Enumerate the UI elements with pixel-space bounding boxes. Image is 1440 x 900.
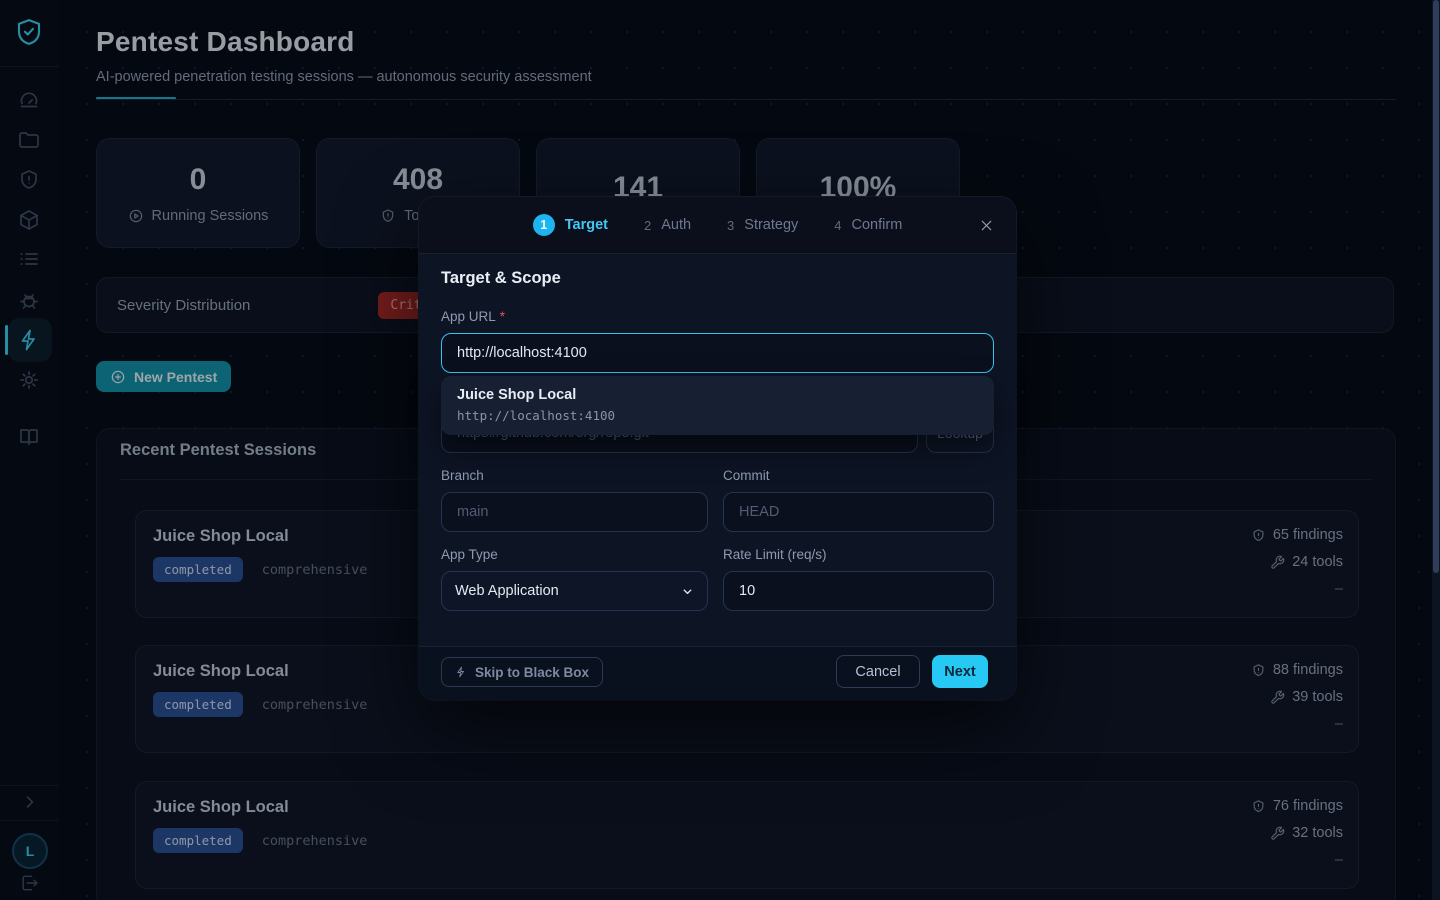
modal-footer: Skip to Black Box Cancel Next	[419, 646, 1016, 700]
wizard-step-target[interactable]: 1 Target	[533, 214, 608, 236]
scrollbar-track[interactable]	[1432, 0, 1440, 900]
chevron-down-icon	[681, 585, 694, 598]
wizard-step-strategy[interactable]: 3 Strategy	[727, 217, 798, 233]
commit-input[interactable]	[723, 492, 994, 532]
wizard-steps: 1 Target 2 Auth 3 Strategy 4 Confirm	[419, 197, 1016, 254]
bolt-icon	[455, 666, 467, 678]
cancel-button[interactable]: Cancel	[836, 655, 920, 688]
step-number: 4	[834, 218, 841, 233]
required-mark: *	[500, 309, 505, 324]
commit-label: Commit	[723, 468, 770, 483]
close-button[interactable]	[972, 211, 1000, 239]
rate-limit-input[interactable]	[723, 571, 994, 611]
pentest-dashboard-screen: L Pentest Dashboard AI-powered penetrati…	[0, 0, 1440, 900]
wizard-step-confirm[interactable]: 4 Confirm	[834, 217, 902, 233]
wizard-step-auth[interactable]: 2 Auth	[644, 217, 691, 233]
branch-input[interactable]	[441, 492, 708, 532]
app-type-value: Web Application	[455, 583, 559, 599]
new-pentest-modal: 1 Target 2 Auth 3 Strategy 4 Confirm Tar…	[419, 197, 1016, 700]
rate-limit-label: Rate Limit (req/s)	[723, 547, 827, 562]
skip-to-black-box-button[interactable]: Skip to Black Box	[441, 657, 603, 687]
close-icon	[978, 217, 995, 234]
url-suggestion-item[interactable]: Juice Shop Local http://localhost:4100	[441, 376, 994, 435]
step-number: 1	[533, 214, 555, 236]
suggestion-name: Juice Shop Local	[457, 387, 978, 403]
section-title: Target & Scope	[441, 269, 561, 288]
app-type-select[interactable]: Web Application	[441, 571, 708, 611]
app-type-label: App Type	[441, 547, 498, 562]
step-number: 3	[727, 218, 734, 233]
app-url-label: App URL*	[441, 309, 505, 324]
scrollbar-thumb[interactable]	[1433, 0, 1439, 573]
branch-label: Branch	[441, 468, 484, 483]
app-url-input[interactable]	[441, 333, 994, 373]
step-label: Confirm	[852, 217, 903, 233]
step-label: Target	[565, 217, 608, 233]
suggestion-url: http://localhost:4100	[457, 408, 978, 423]
next-button[interactable]: Next	[932, 655, 988, 688]
step-number: 2	[644, 218, 651, 233]
step-label: Strategy	[744, 217, 798, 233]
skip-label: Skip to Black Box	[475, 665, 589, 680]
step-label: Auth	[661, 217, 691, 233]
